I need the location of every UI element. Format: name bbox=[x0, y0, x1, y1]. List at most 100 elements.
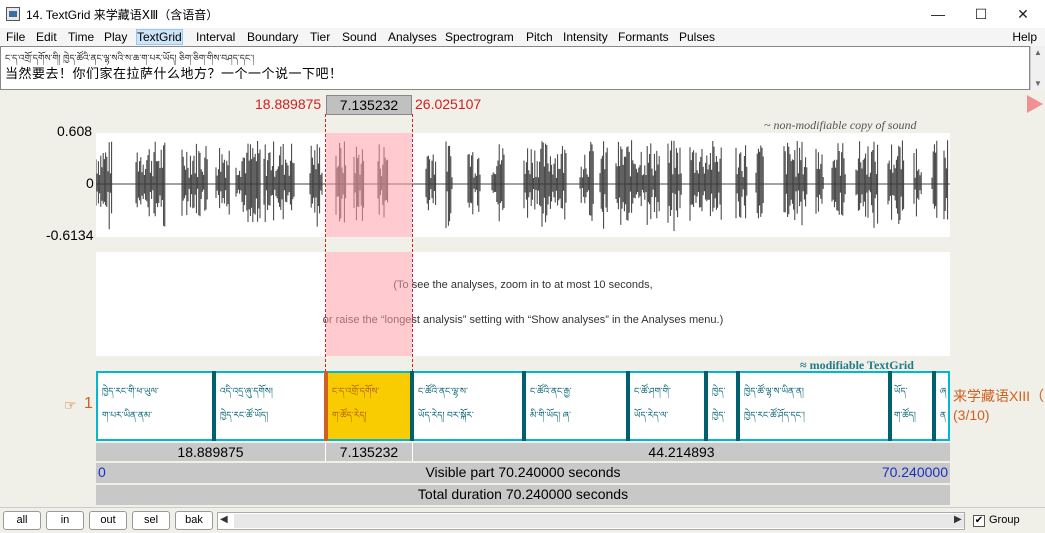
scroll-down-icon[interactable]: ▼ bbox=[1034, 79, 1042, 88]
menu-file[interactable]: File bbox=[6, 30, 25, 44]
selection-highlight-analysis bbox=[326, 252, 412, 356]
zoom-out-button[interactable]: out bbox=[89, 511, 127, 530]
editor-area[interactable]: 18.889875 7.135232 26.025107 ~ non-modif… bbox=[0, 92, 1045, 506]
selection-highlight-waveform bbox=[326, 133, 412, 237]
menu-edit[interactable]: Edit bbox=[36, 30, 57, 44]
group-label: Group bbox=[989, 514, 1020, 526]
amplitude-zero-label: 0 bbox=[86, 175, 94, 191]
tier-interval[interactable]: ང་ཚོའི་ནང་རྒྱ་ མི་གི་ཡོད། ཞ་ bbox=[526, 373, 628, 439]
total-duration-row[interactable]: Total duration 70.240000 seconds bbox=[96, 485, 950, 505]
scroll-left-icon[interactable]: ◀ bbox=[220, 514, 228, 525]
menu-boundary[interactable]: Boundary bbox=[247, 30, 298, 44]
menu-spectrogram[interactable]: Spectrogram bbox=[445, 30, 514, 44]
amplitude-max-label: 0.608 bbox=[57, 123, 93, 139]
interval-text: ཞན bbox=[940, 386, 947, 420]
interval-text-field[interactable]: ང་ད་འགྲོ་དགོས་གི། ཁྱེད་ཚོའི་ནང་ལྷ་སའི་ས་… bbox=[0, 46, 1030, 90]
visible-end-time: 70.240000 bbox=[881, 464, 948, 480]
waveform-signal bbox=[95, 140, 949, 232]
amplitude-min-label: -0.6134 bbox=[46, 227, 94, 243]
maximize-button[interactable]: ☐ bbox=[958, 0, 1004, 28]
interval-boundary[interactable] bbox=[212, 371, 216, 441]
time-after-selection[interactable]: 44.214893 bbox=[413, 443, 950, 461]
interval-boundary[interactable] bbox=[888, 371, 892, 441]
selection-times-row[interactable]: 18.889875 7.135232 44.214893 bbox=[96, 443, 950, 461]
interval-text: ཡོད་ ག་ཚོད། bbox=[894, 386, 916, 420]
zoom-selection-button[interactable]: sel bbox=[132, 511, 170, 530]
menu-analyses[interactable]: Analyses bbox=[388, 30, 437, 44]
bottom-toolbar: all in out sel bak ◀ ▶ ✔ Group bbox=[0, 507, 1045, 533]
menu-play[interactable]: Play bbox=[104, 30, 127, 44]
tier-interval[interactable]: ཞན bbox=[936, 373, 950, 439]
analysis-message-line-2: or raise the “longest analysis” setting … bbox=[322, 314, 724, 326]
interval-boundary[interactable] bbox=[704, 371, 708, 441]
praat-textgrid-window: 14. TextGrid 来学藏语ⅩⅢ（含语音） — ☐ ✕ File Edit… bbox=[0, 0, 1045, 533]
interval-boundary[interactable] bbox=[932, 371, 936, 441]
interval-text: ང་ཚོའི་ནང་རྒྱ་ མི་གི་ཡོད། ཞ་ bbox=[530, 386, 572, 420]
tier-number: 1 bbox=[84, 395, 93, 412]
analysis-message-line-1: (To see the analyses, zoom in to at most… bbox=[393, 279, 653, 291]
menu-tier[interactable]: Tier bbox=[310, 30, 330, 44]
interval-boundary[interactable] bbox=[736, 371, 740, 441]
tier-interval-selected[interactable]: ང་ད་འགྲོ་དགོས་ ག་ཚོད་རེད། bbox=[328, 373, 412, 439]
zoom-in-button[interactable]: in bbox=[46, 511, 84, 530]
interval-tier[interactable]: ཁྱེད་རང་གི་ཕ་ཡུལ་ ག་པར་ཡིན་ནམ་ འདི་འདྲ་ཞུ… bbox=[96, 371, 950, 441]
interval-boundary[interactable] bbox=[324, 371, 328, 441]
menu-pitch[interactable]: Pitch bbox=[526, 30, 553, 44]
tier-interval[interactable]: ང་ཚོའི་ནང་ལྷ་ས་ ཡོད་རེད། བར་སྐོར་ bbox=[414, 373, 524, 439]
visible-part-label: Visible part 70.240000 seconds bbox=[425, 464, 621, 480]
menu-intensity[interactable]: Intensity bbox=[563, 30, 608, 44]
scroll-right-icon[interactable]: ▶ bbox=[954, 514, 962, 525]
zoom-all-button[interactable]: all bbox=[3, 511, 41, 530]
tier-interval[interactable]: ཡོད་ ག་ཚོད། bbox=[890, 373, 934, 439]
menu-help[interactable]: Help bbox=[1012, 30, 1037, 44]
selection-start-time: 18.889875 bbox=[255, 96, 322, 112]
total-duration-label: Total duration 70.240000 seconds bbox=[417, 486, 629, 502]
menu-time[interactable]: Time bbox=[68, 30, 94, 44]
interval-text: ཁྱེད་རང་གི་ཕ་ཡུལ་ ག་པར་ཡིན་ནམ་ bbox=[102, 386, 159, 420]
close-button[interactable]: ✕ bbox=[1000, 0, 1045, 28]
interval-boundary[interactable] bbox=[410, 371, 414, 441]
zoom-back-button[interactable]: bak bbox=[175, 511, 213, 530]
waveform-panel[interactable] bbox=[95, 133, 950, 237]
menu-interval[interactable]: Interval bbox=[196, 30, 235, 44]
waveform bbox=[95, 140, 950, 232]
interval-text: ཁྱེད་ ཁྱེད་ bbox=[712, 386, 726, 420]
tier-interval-count: (3/10) bbox=[953, 407, 990, 423]
time-selection[interactable]: 7.135232 bbox=[326, 443, 412, 461]
interval-boundary[interactable] bbox=[522, 371, 526, 441]
group-checkbox[interactable]: ✔ bbox=[973, 515, 985, 527]
tier-interval[interactable]: ཁྱེད་རང་གི་ཕ་ཡུལ་ ག་པར་ཡིན་ནམ་ bbox=[98, 373, 214, 439]
praat-app-icon bbox=[6, 7, 20, 21]
title-bar: 14. TextGrid 来学藏语ⅩⅢ（含语音） — ☐ ✕ bbox=[0, 0, 1045, 28]
selection-end-time: 26.025107 bbox=[415, 96, 482, 112]
scroll-up-icon[interactable]: ▲ bbox=[1034, 48, 1042, 57]
menu-textgrid[interactable]: TextGrid bbox=[136, 29, 183, 45]
sound-copy-label: ~ non-modifiable copy of sound bbox=[764, 118, 917, 132]
selection-end-line bbox=[412, 114, 413, 372]
selection-start-line bbox=[325, 114, 326, 372]
menu-sound[interactable]: Sound bbox=[342, 30, 377, 44]
tier-interval[interactable]: འདི་འདྲ་ཞུ་དགོས། ཁྱེད་རང་ཚོ་ཡོད། bbox=[216, 373, 326, 439]
tier-pointer-icon: ☞ bbox=[64, 397, 77, 413]
selection-duration[interactable]: 7.135232 bbox=[326, 95, 412, 115]
minimize-button[interactable]: — bbox=[915, 0, 961, 28]
time-scrollbar[interactable]: ◀ bbox=[217, 512, 965, 530]
tier-interval[interactable]: ང་ཚོ་ཤག་གི་ ཡོད་རེད་ལ་ bbox=[630, 373, 706, 439]
menu-pulses[interactable]: Pulses bbox=[679, 30, 715, 44]
visible-part-row[interactable]: 0 Visible part 70.240000 seconds 70.2400… bbox=[96, 463, 950, 483]
scrollbar-thumb[interactable] bbox=[234, 514, 964, 528]
tier-interval[interactable]: ཁྱེད་ཚོ་ལྷ་ས་ཡིན་ན། ཁྱེད་རང་ཚོ་ཤོད་དང་། bbox=[740, 373, 888, 439]
menu-formants[interactable]: Formants bbox=[618, 30, 669, 44]
chinese-text: 当然要去！你们家在拉萨什么地方？一个一个说一下吧！ bbox=[5, 66, 343, 81]
text-scrollbar[interactable]: ▲ ▼ bbox=[1030, 46, 1045, 90]
tier-name: 来学藏语XIII（ bbox=[953, 388, 1045, 404]
interval-boundary[interactable] bbox=[626, 371, 630, 441]
analysis-panel[interactable]: (To see the analyses, zoom in to at most… bbox=[96, 252, 950, 356]
tier-interval[interactable]: ཁྱེད་ ཁྱེད་ bbox=[708, 373, 738, 439]
interval-text: ཁྱེད་ཚོ་ལྷ་ས་ཡིན་ན། ཁྱེད་རང་ཚོ་ཤོད་དང་། bbox=[744, 386, 805, 420]
interval-text: ང་ཚོའི་ནང་ལྷ་ས་ ཡོད་རེད། བར་སྐོར་ bbox=[418, 386, 474, 420]
play-triangle-icon[interactable] bbox=[1027, 95, 1043, 113]
interval-text: ང་ད་འགྲོ་དགོས་ ག་ཚོད་རེད། bbox=[332, 386, 380, 420]
time-before-selection[interactable]: 18.889875 bbox=[96, 443, 325, 461]
window-title: 14. TextGrid 来学藏语ⅩⅢ（含语音） bbox=[26, 7, 219, 22]
